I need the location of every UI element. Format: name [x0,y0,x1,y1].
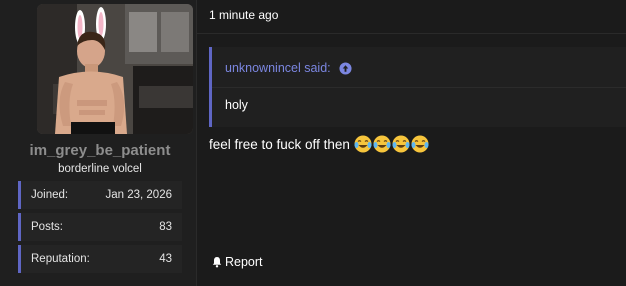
bell-icon [212,257,222,268]
face-with-tears-of-joy-icon [373,135,391,153]
username[interactable]: im_grey_be_patient [0,142,200,159]
stat-label: Posts: [31,221,63,233]
quote-block: unknownincel said: holy [209,47,626,127]
avatar[interactable] [37,4,193,134]
user-stats: Joined: Jan 23, 2026 Posts: 83 Reputatio… [18,181,182,277]
report-label[interactable]: Report [225,255,263,269]
user-title: borderline volcel [58,163,142,175]
emoji-group [354,135,430,153]
stat-posts: Posts: 83 [18,213,182,241]
divider [197,33,626,34]
avatar-image [37,4,193,134]
post-timestamp[interactable]: 1 minute ago [209,8,278,22]
user-info-panel: im_grey_be_patient borderline volcel Joi… [0,0,197,286]
message-text: feel free to fuck off then [209,136,350,152]
forum-post: im_grey_be_patient borderline volcel Joi… [0,0,626,286]
stat-value: Jan 23, 2026 [105,189,172,201]
quote-header[interactable]: unknownincel said: [225,61,352,75]
stat-value: 43 [159,253,172,265]
stat-label: Reputation: [31,253,90,265]
face-with-tears-of-joy-icon [411,135,429,153]
report-button[interactable]: Report [211,255,263,269]
face-with-tears-of-joy-icon [354,135,372,153]
quote-text: holy [225,98,248,112]
stat-reputation: Reputation: 43 [18,245,182,273]
message-body: feel free to fuck off then [209,135,430,153]
stat-joined: Joined: Jan 23, 2026 [18,181,182,209]
face-with-tears-of-joy-icon [392,135,410,153]
divider [212,87,626,88]
post-content: 1 minute ago unknownincel said: holy fee… [197,0,626,286]
stat-label: Joined: [31,189,69,201]
stat-value: 83 [159,221,172,233]
quote-author[interactable]: unknownincel said: [225,61,331,75]
arrow-up-circle-icon[interactable] [339,61,352,75]
